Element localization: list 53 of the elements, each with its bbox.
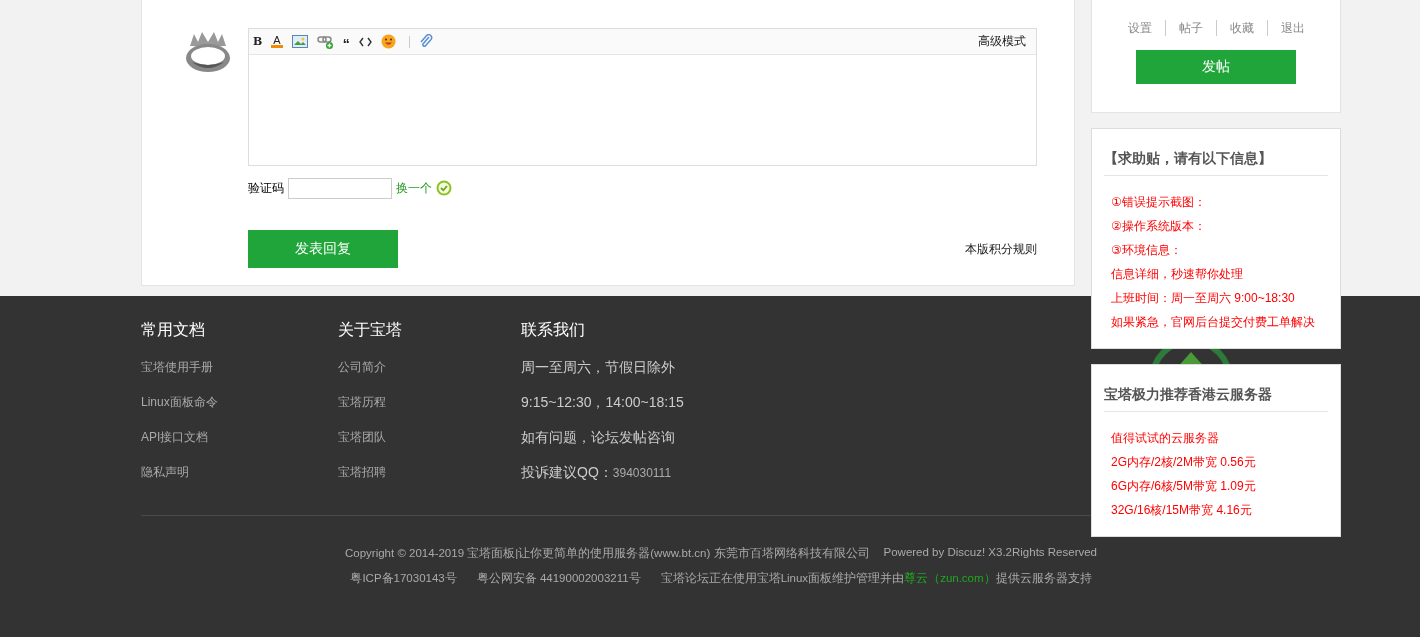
info-text: 2G内存/2核/2M带宽 0.56元 bbox=[1111, 454, 1257, 470]
panel-title: 【求助贴，请有以下信息】 bbox=[1104, 149, 1328, 176]
record-number[interactable]: 粤公网安备 44190002003211号 bbox=[476, 571, 641, 586]
info-text: ③环境信息： bbox=[1111, 242, 1183, 258]
user-menu-link[interactable]: 退出 bbox=[1266, 20, 1318, 36]
new-post-button[interactable]: 发帖 bbox=[1136, 50, 1296, 84]
image-icon[interactable] bbox=[291, 35, 308, 48]
footer-link[interactable]: 宝塔历程 bbox=[338, 394, 521, 410]
rules-link[interactable]: 本版积分规则 bbox=[965, 240, 1037, 258]
info-text: ①错误提示截图： bbox=[1111, 194, 1207, 210]
footer-link[interactable]: 隐私声明 bbox=[141, 464, 338, 480]
bold-button[interactable]: B bbox=[253, 35, 263, 48]
contact-text: 投诉建议QQ：394030111 bbox=[521, 464, 673, 481]
info-text: 如果紧急，官网后台提交付费工单解决 bbox=[1111, 314, 1316, 330]
link-add-icon[interactable] bbox=[316, 34, 334, 49]
contact-text: 9:15~12:30，14:00~18:15 bbox=[521, 394, 684, 410]
refresh-captcha-link[interactable]: 换一个 bbox=[396, 179, 432, 197]
info-text: 6G内存/6核/5M带宽 1.09元 bbox=[1111, 478, 1257, 494]
footer-heading: 常用文档 bbox=[141, 320, 206, 340]
copyright-text: Powered by Discuz! X3.2Rights Reserved bbox=[883, 546, 1097, 560]
user-menu-link[interactable]: 设置 bbox=[1114, 20, 1165, 36]
footer-link[interactable]: 宝塔团队 bbox=[338, 429, 521, 445]
support-text: 宝塔论坛正在使用宝塔Linux面板维护管理并由尊云（zun.com）提供云服务器支持 bbox=[660, 571, 1092, 586]
info-text: 32G/16核/15M带宽 4.16元 bbox=[1111, 502, 1253, 518]
captcha-label: 验证码 bbox=[248, 179, 284, 197]
panel-title: 宝塔极力推荐香港云服务器 bbox=[1104, 385, 1328, 412]
record-number[interactable]: 粤ICP备17030143号 bbox=[350, 571, 457, 586]
footer-link[interactable]: 宝塔招聘 bbox=[338, 464, 521, 480]
contact-text: 如有问题，论坛发帖咨询 bbox=[521, 429, 676, 445]
emoji-icon[interactable] bbox=[380, 34, 396, 49]
info-text: ②操作系统版本： bbox=[1111, 218, 1207, 234]
sponsor-link[interactable]: 尊云（zun.com） bbox=[904, 572, 996, 584]
user-menu-link[interactable]: 帖子 bbox=[1164, 20, 1216, 36]
footer-link[interactable]: 宝塔使用手册 bbox=[141, 359, 338, 375]
quote-button[interactable]: “ bbox=[342, 34, 350, 49]
captcha-field[interactable] bbox=[288, 177, 392, 199]
footer-link[interactable]: Linux面板命令 bbox=[141, 394, 338, 410]
contact-text: 周一至周六，节假日除外 bbox=[521, 359, 676, 375]
advanced-mode-link[interactable]: 高级模式 bbox=[978, 33, 1026, 50]
paperclip-icon[interactable] bbox=[418, 34, 433, 49]
code-icon[interactable] bbox=[358, 36, 372, 47]
user-menu-link[interactable]: 收藏 bbox=[1215, 20, 1267, 36]
info-text: 信息详细，秒速帮你处理 bbox=[1111, 266, 1244, 282]
footer-heading: 关于宝塔 bbox=[338, 320, 403, 340]
info-text: 上班时间：周一至周六 9:00~18:30 bbox=[1111, 290, 1296, 306]
submit-reply-button[interactable]: 发表回复 bbox=[248, 230, 398, 268]
footer-link[interactable]: 公司简介 bbox=[338, 359, 521, 375]
info-text: 值得试试的云服务器 bbox=[1111, 430, 1220, 446]
font-color-button[interactable]: A bbox=[271, 35, 283, 48]
footer-link[interactable]: API接口文档 bbox=[141, 429, 338, 445]
footer-heading: 联系我们 bbox=[521, 320, 586, 340]
copyright-text: Copyright © 2014-2019 宝塔面板|让你更简单的使用服务器(www.bt.cn) 东莞市百塔网络科技有限公司 bbox=[345, 546, 870, 561]
check-icon bbox=[436, 180, 452, 196]
